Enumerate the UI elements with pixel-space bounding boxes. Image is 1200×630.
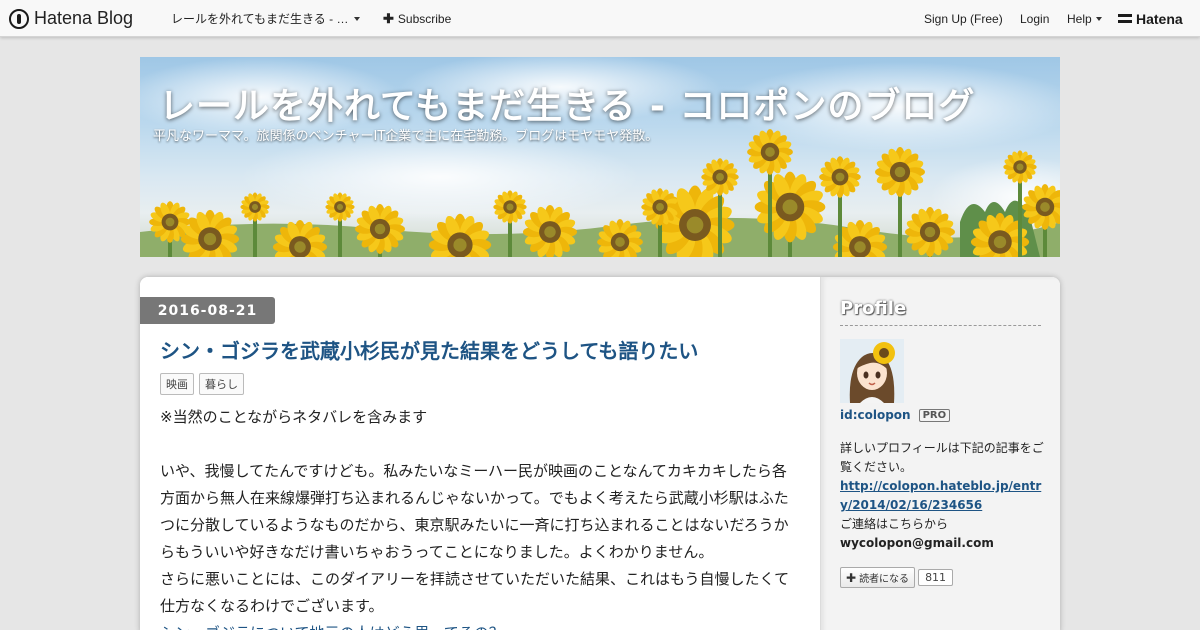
help-dropdown[interactable]: Help	[1067, 0, 1102, 37]
profile-url-link[interactable]: http://colopon.hateblo.jp/entry/2014/02/…	[840, 477, 1045, 515]
pro-badge: PRO	[918, 408, 951, 422]
hatena-logo-link[interactable]: Hatena	[1118, 0, 1183, 37]
reader-button-label: 読者になる	[859, 574, 910, 585]
hatena-logo-text: Hatena	[1136, 10, 1183, 27]
avatar-image	[840, 339, 904, 403]
blog-header-banner: レールを外れてもまだ生きる - コロポンのブログ 平凡なワーママ。旅関係のベンチ…	[140, 57, 1060, 257]
profile-description: 詳しいプロフィールは下記の記事をご覧ください。 http://colopon.h…	[840, 439, 1045, 553]
entry-tag[interactable]: 映画	[160, 373, 194, 395]
reader-widget: ✚ 読者になる 811	[840, 567, 954, 588]
profile-heading: Profile	[840, 298, 1041, 326]
entry-date[interactable]: 2016-08-21	[140, 297, 275, 324]
profile-id-row: id:colopon PRO	[840, 408, 951, 422]
caret-down-icon	[354, 16, 361, 21]
hatena-logo-icon	[1118, 14, 1132, 23]
subscribe-button[interactable]: ✚ Subscribe	[383, 0, 451, 37]
contact-label: ご連絡はこちらから	[840, 517, 949, 531]
content-area: 2016-08-21 シン・ゴジラを武蔵小杉民が見た結果をどうしても語りたい 映…	[140, 277, 1060, 630]
entry-column: 2016-08-21 シン・ゴジラを武蔵小杉民が見た結果をどうしても語りたい 映…	[140, 277, 820, 630]
entry-tag[interactable]: 暮らし	[199, 373, 244, 395]
top-navbar: Hatena Blog レールを外れてもまだ生きる - … ✚ Subscrib…	[0, 0, 1200, 37]
profile-user-id[interactable]: id:colopon	[840, 408, 911, 422]
entry-body: ※当然のことながらネタバレを含みます いや、我慢してたんですけども。私みたいなミ…	[160, 404, 800, 630]
login-link[interactable]: Login	[1020, 0, 1049, 37]
entry-paragraph: さらに悪いことには、このダイアリーを拝読させていただいた結果、これはもう自慢した…	[160, 570, 790, 615]
entry-inline-link[interactable]: シン・ゴジラについて地元の人はどう思ってるの？	[160, 620, 800, 630]
entry-tags: 映画 暮らし	[160, 373, 244, 395]
signup-link[interactable]: Sign Up (Free)	[924, 0, 1003, 37]
hatena-blog-logo-text: Hatena Blog	[34, 8, 134, 28]
blog-menu-dropdown[interactable]: レールを外れてもまだ生きる - …	[171, 0, 361, 37]
plus-icon: ✚	[383, 10, 394, 26]
blog-title[interactable]: レールを外れてもまだ生きる - コロポンのブログ	[159, 77, 975, 129]
subscribe-reader-button[interactable]: ✚ 読者になる	[840, 567, 916, 588]
subscribe-label: Subscribe	[397, 11, 452, 26]
hatena-blog-logo[interactable]: Hatena Blog	[9, 0, 133, 37]
sidebar: Profile id:colopon PRO 詳しいプロフィールは下記の記事をご…	[820, 277, 1060, 630]
caret-down-icon	[1095, 16, 1102, 21]
contact-email: wycolopon@gmail.com	[840, 536, 994, 550]
hatena-blog-logo-icon	[9, 8, 29, 29]
entry-paragraph: いや、我慢してたんですけども。私みたいなミーハー民が映画のことなんてカキカキした…	[160, 462, 789, 561]
blog-menu-label: レールを外れてもまだ生きる - …	[171, 12, 349, 26]
blog-description: 平凡なワーママ。旅関係のベンチャーIT企業で主に在宅勤務。ブログはモヤモヤ発散。	[153, 129, 659, 144]
profile-text: 詳しいプロフィールは下記の記事をご覧ください。	[840, 441, 1044, 474]
entry-paragraph: ※当然のことながらネタバレを含みます	[160, 408, 428, 426]
avatar[interactable]	[840, 339, 904, 403]
help-label: Help	[1067, 11, 1092, 26]
plus-icon: ✚	[846, 570, 857, 585]
entry-title[interactable]: シン・ゴジラを武蔵小杉民が見た結果をどうしても語りたい	[160, 335, 698, 364]
reader-count[interactable]: 811	[918, 569, 954, 586]
